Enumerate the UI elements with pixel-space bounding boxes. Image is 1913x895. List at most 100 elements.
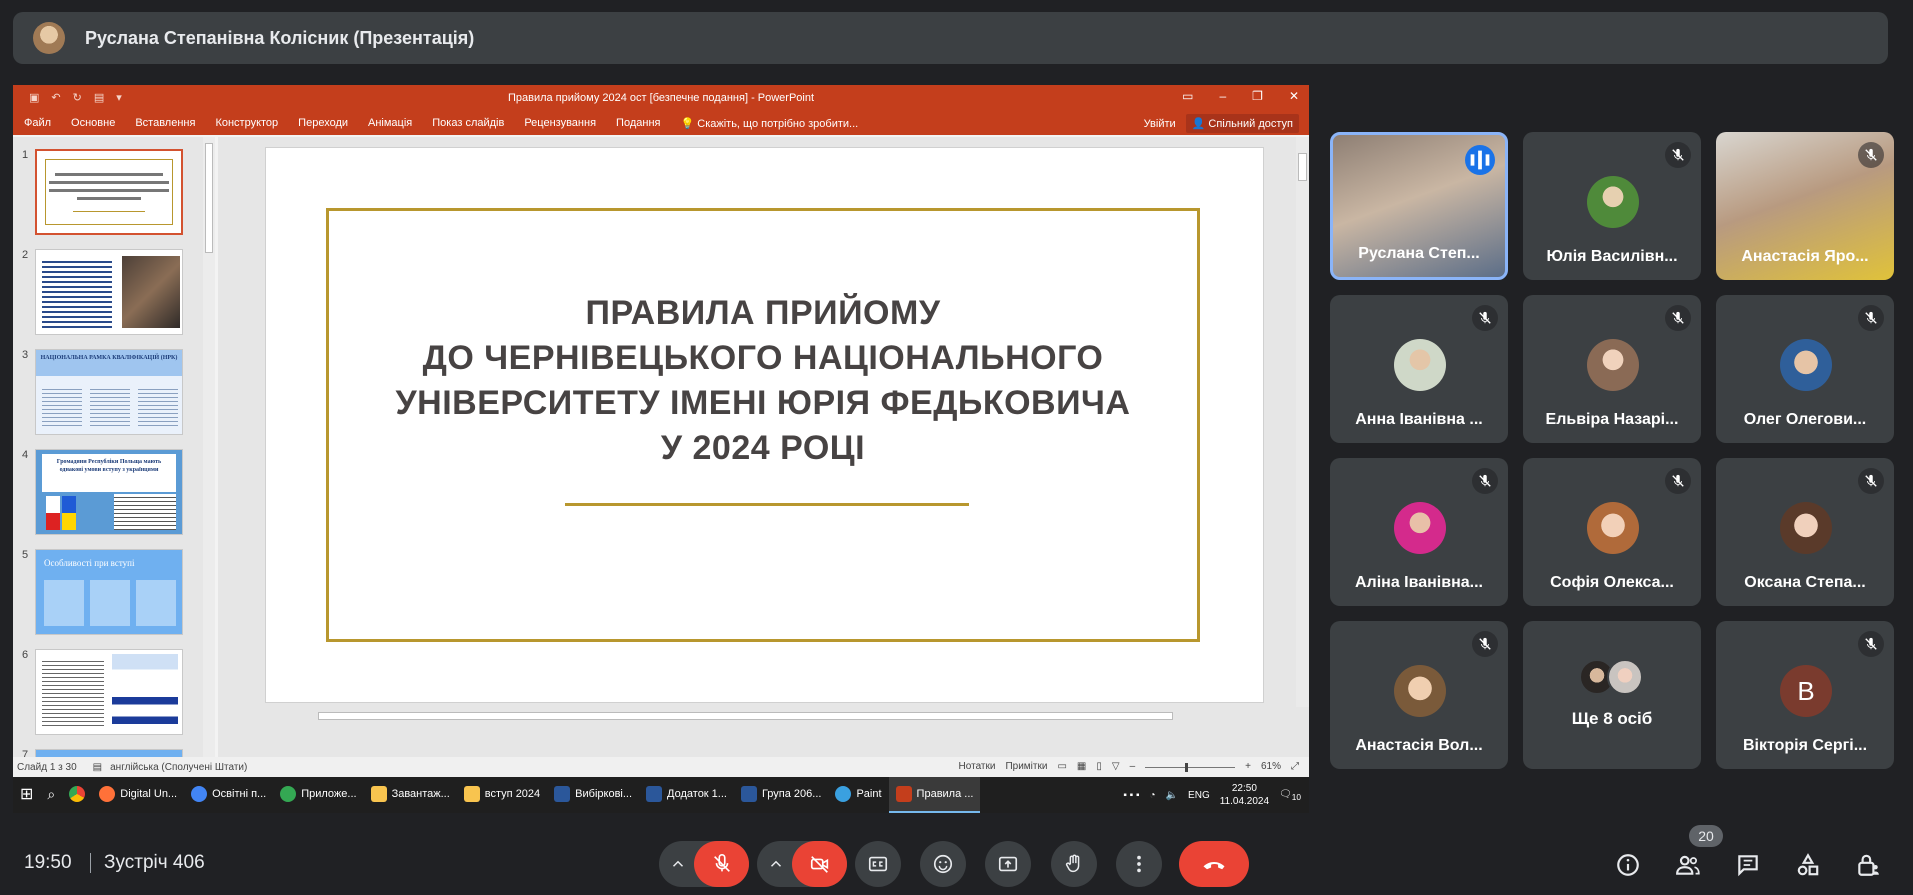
present-screen-button[interactable] (985, 841, 1031, 887)
chevron-up-icon[interactable] (669, 855, 687, 873)
tab-insert[interactable]: Вставлення (135, 117, 195, 129)
slide-thumb-4[interactable]: Громадяни Республіки Польща мають однако… (35, 449, 183, 535)
zoom-out-icon[interactable]: – (1130, 761, 1136, 772)
save-icon[interactable]: ▣ (29, 91, 39, 104)
mic-off-icon (1665, 305, 1691, 331)
sign-in-link[interactable]: Увійти (1144, 118, 1176, 130)
participant-tile[interactable]: Анастасія Вол... (1330, 621, 1508, 769)
status-right: Нотатки Примітки ▭ ▦ ▯ ▽ – + 61% ⤢ (959, 761, 1299, 772)
participant-tile[interactable]: Ельвіра Назарі... (1523, 295, 1701, 443)
spellcheck-icon[interactable]: ▤ (93, 762, 102, 773)
tab-animations[interactable]: Анімація (368, 117, 412, 129)
participant-tile[interactable]: Олег Олегови... (1716, 295, 1894, 443)
slide-thumb-1[interactable] (35, 149, 183, 235)
zoom-level[interactable]: 61% (1261, 761, 1281, 772)
camera-toggle-button[interactable] (792, 841, 847, 887)
host-controls-button[interactable] (1854, 851, 1882, 879)
notifications-icon[interactable]: 🗨10 (1279, 789, 1301, 802)
taskbar-item[interactable]: Приложе... (273, 777, 363, 813)
taskbar-item[interactable]: вступ 2024 (457, 777, 547, 813)
customize-icon[interactable]: ▾ (116, 91, 122, 104)
meeting-info-button[interactable] (1614, 851, 1642, 879)
taskbar-item[interactable]: Додаток 1... (639, 777, 734, 813)
current-slide[interactable]: ПРАВИЛА ПРИЙОМУ ДО ЧЕРНІВЕЦЬКОГО НАЦІОНА… (265, 147, 1264, 703)
slide-thumb-5[interactable]: Особливості при вступі (35, 549, 183, 635)
participant-tile[interactable]: Анна Іванівна ... (1330, 295, 1508, 443)
slide-thumb-6[interactable] (35, 649, 183, 735)
chevron-up-icon[interactable] (767, 855, 785, 873)
editor-vertical-scrollbar[interactable] (1296, 137, 1309, 707)
language-indicator[interactable]: англійська (Сполучені Штати) (110, 762, 247, 773)
redo-icon[interactable]: ↻ (73, 91, 82, 104)
mic-toggle-button[interactable] (694, 841, 749, 887)
thumbnail-scrollbar[interactable] (203, 137, 215, 757)
leave-call-button[interactable] (1179, 841, 1249, 887)
captions-button[interactable] (855, 841, 901, 887)
participant-tile[interactable]: Юлія Василівн... (1523, 132, 1701, 280)
taskbar-item[interactable]: Digital Un... (92, 777, 184, 813)
more-options-button[interactable] (1116, 841, 1162, 887)
meeting-name[interactable]: Зустріч 406 (104, 852, 205, 874)
share-label: Спільний доступ (1208, 118, 1293, 130)
reactions-button[interactable] (920, 841, 966, 887)
participant-tile[interactable]: Анастасія Яро... (1716, 132, 1894, 280)
tab-review[interactable]: Рецензування (524, 117, 596, 129)
ribbon-display-icon[interactable]: ▭ (1182, 89, 1193, 103)
ppt-status-bar: Слайд 1 з 30 ▤ англійська (Сполучені Шта… (13, 757, 1309, 777)
taskbar-item[interactable]: Група 206... (734, 777, 829, 813)
windows-start-icon[interactable]: ⊞ (13, 777, 40, 813)
tab-design[interactable]: Конструктор (215, 117, 278, 129)
participant-tile[interactable]: В Вікторія Сергі... (1716, 621, 1894, 769)
chrome-icon[interactable] (62, 777, 92, 813)
chat-button[interactable] (1734, 851, 1762, 879)
activities-button[interactable] (1794, 851, 1822, 879)
network-icon[interactable]: ◔ (1150, 790, 1156, 801)
taskbar-item[interactable]: Освітні п... (184, 777, 273, 813)
normal-view-icon[interactable]: ▭ (1057, 761, 1066, 772)
sorter-view-icon[interactable]: ▦ (1077, 761, 1086, 772)
tab-file[interactable]: Файл (24, 117, 51, 129)
editor-horizontal-scrollbar[interactable] (218, 709, 1298, 723)
share-button[interactable]: 👤 Спільний доступ (1185, 114, 1299, 133)
taskbar-item[interactable]: Вибіркові... (547, 777, 639, 813)
slideshow-view-icon[interactable]: ▽ (1112, 761, 1120, 772)
volume-icon[interactable]: 🔈 (1166, 790, 1178, 801)
tab-slideshow[interactable]: Показ слайдів (432, 117, 504, 129)
participant-tile[interactable]: Руслана Степ... (1330, 132, 1508, 280)
thumb-number: 7 (22, 749, 29, 757)
language-indicator[interactable]: ENG (1188, 790, 1210, 801)
fit-slide-icon[interactable]: ⤢ (1291, 761, 1299, 772)
minimize-icon[interactable]: – (1219, 89, 1226, 103)
tell-me-box[interactable]: 💡 Скажіть, що потрібно зробити... (680, 117, 858, 130)
slide-thumb-3[interactable]: НАЦІОНАЛЬНА РАМКА КВАЛІФІКАЦІЙ (НРК) (35, 349, 183, 435)
thumb-number: 3 (22, 349, 29, 361)
maximize-icon[interactable]: ❐ (1252, 89, 1263, 103)
participant-tile[interactable]: Софія Олекса... (1523, 458, 1701, 606)
word-icon (646, 786, 663, 802)
taskbar-item[interactable]: Правила ... (888, 777, 981, 813)
participant-tile[interactable]: Оксана Степа... (1716, 458, 1894, 606)
taskbar-item[interactable]: Paint (828, 777, 888, 813)
zoom-in-icon[interactable]: + (1245, 761, 1251, 772)
undo-icon[interactable]: ↶ (51, 91, 60, 104)
people-button[interactable] (1674, 851, 1702, 879)
tab-home[interactable]: Основне (71, 117, 115, 129)
slide-thumb-2[interactable] (35, 249, 183, 335)
tray-apps-icon[interactable]: ▪ ▪ ▪ (1123, 790, 1139, 801)
others-tile[interactable]: Ще 8 осіб (1523, 621, 1701, 769)
tray-clock[interactable]: 22:50 11.04.2024 (1220, 782, 1269, 808)
participant-tile[interactable]: Аліна Іванівна... (1330, 458, 1508, 606)
reading-view-icon[interactable]: ▯ (1096, 761, 1102, 772)
close-icon[interactable]: ✕ (1289, 89, 1299, 103)
slide-thumb-7[interactable] (35, 749, 183, 757)
search-icon[interactable]: ⌕ (40, 777, 62, 813)
comments-button[interactable]: Примітки (1005, 761, 1047, 772)
slideshow-icon[interactable]: ▤ (94, 91, 104, 104)
tab-view[interactable]: Подання (616, 117, 660, 129)
taskbar-item[interactable]: Завантаж... (364, 777, 457, 813)
participant-name: Софія Олекса... (1550, 574, 1674, 591)
tab-transitions[interactable]: Переходи (298, 117, 348, 129)
notes-button[interactable]: Нотатки (959, 761, 996, 772)
raise-hand-button[interactable] (1051, 841, 1097, 887)
zoom-slider[interactable] (1145, 763, 1236, 772)
